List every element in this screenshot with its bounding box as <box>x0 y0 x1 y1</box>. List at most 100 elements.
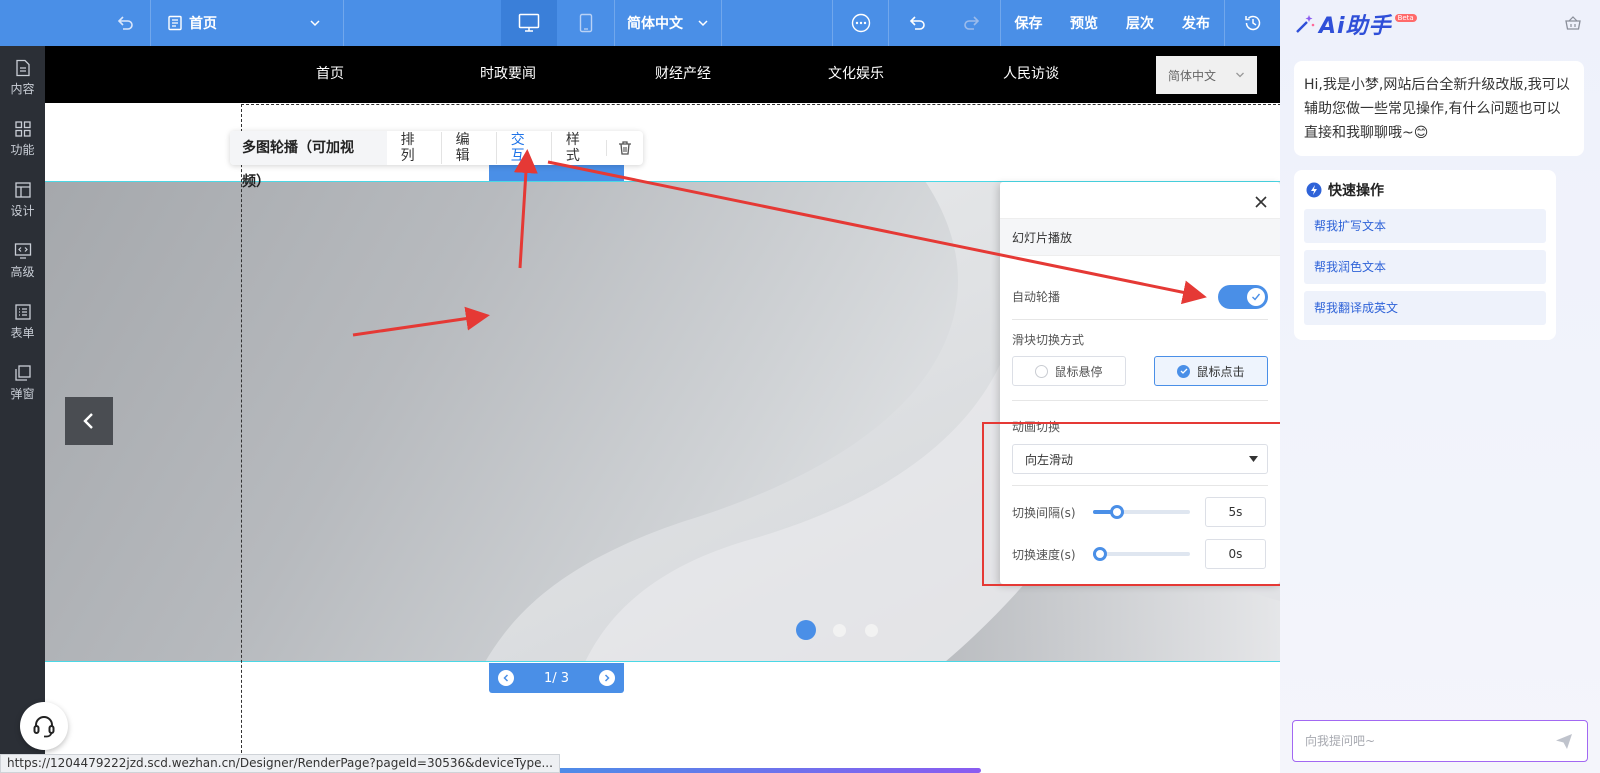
ai-logo: Ai助手 Beta <box>1294 8 1417 40</box>
toggle-knob <box>1247 288 1265 306</box>
rail-item-label: 设计 <box>10 204 35 218</box>
close-icon <box>1255 196 1267 208</box>
basket-icon <box>1565 16 1581 30</box>
site-nav-item[interactable]: 文化娱乐 <box>801 46 911 103</box>
chevron-down-icon <box>1236 72 1244 78</box>
publish-button-label: 发布 <box>1182 16 1210 32</box>
code-icon <box>14 243 31 259</box>
site-language-select[interactable]: 简体中文 <box>1156 56 1257 94</box>
page-icon <box>168 15 182 31</box>
rail-item-content[interactable]: 内容 <box>0 50 45 106</box>
send-icon[interactable] <box>1555 732 1573 750</box>
radio-circle <box>1035 364 1049 378</box>
toolbar-spacer <box>721 0 832 46</box>
quick-action-expand[interactable]: 帮我扩写文本 <box>1304 209 1546 243</box>
radio-hover-label: 鼠标悬停 <box>1054 364 1103 379</box>
undo-icon <box>117 16 133 30</box>
history-icon <box>1244 15 1260 31</box>
undo-button[interactable] <box>888 0 944 46</box>
trash-icon <box>619 141 631 155</box>
delete-button[interactable] <box>606 140 643 156</box>
scroll-progress-bar <box>531 768 981 773</box>
customer-support-button[interactable] <box>20 702 68 750</box>
quick-actions-card: 快速操作 帮我扩写文本 帮我润色文本 帮我翻译成英文 <box>1294 170 1556 340</box>
pager-text: 1/ 3 <box>543 670 570 686</box>
language-select[interactable]: 简体中文 <box>614 0 721 46</box>
top-toolbar: 首页 简体中文 保存 预览 层次 发布 <box>0 0 1280 46</box>
site-language-label: 简体中文 <box>1168 68 1217 83</box>
style-button[interactable]: 样式 <box>550 132 606 164</box>
publish-button[interactable]: 发布 <box>1168 0 1224 46</box>
layers-button[interactable]: 层次 <box>1112 0 1168 46</box>
layout-icon <box>14 182 31 198</box>
redo-icon <box>964 16 980 30</box>
rail-item-label: 高级 <box>10 265 35 279</box>
undo-nav-button[interactable] <box>100 0 150 46</box>
save-button[interactable]: 保存 <box>1000 0 1056 46</box>
switch-mode-label: 滑块切换方式 <box>1012 333 1085 347</box>
form-icon <box>14 304 31 320</box>
chevron-left-icon <box>503 674 509 682</box>
rail-item-label: 内容 <box>10 82 35 96</box>
edit-button[interactable]: 编辑 <box>440 132 496 164</box>
language-select-label: 简体中文 <box>627 16 683 32</box>
popup-icon <box>14 365 31 381</box>
ai-chat-input[interactable] <box>1305 734 1525 748</box>
magic-wand-icon <box>1296 15 1315 33</box>
rail-item-features[interactable]: 功能 <box>0 111 45 167</box>
site-nav-item[interactable]: 时政要闻 <box>453 46 563 103</box>
more-icon <box>851 13 870 33</box>
basket-button[interactable] <box>1564 14 1582 32</box>
more-button[interactable] <box>832 0 888 46</box>
desktop-view-button[interactable] <box>501 0 557 46</box>
quick-actions-title: 快速操作 <box>1306 180 1384 200</box>
pager-prev-button[interactable] <box>498 670 514 686</box>
pager-next-button[interactable] <box>599 670 615 686</box>
ai-assistant-sidebar: Ai助手 Beta Hi,我是小梦,网站后台全新升级改版,我可以辅助您做一些常见… <box>1280 0 1600 773</box>
radio-circle-checked <box>1177 364 1191 378</box>
chevron-down-icon <box>310 20 320 27</box>
radio-click[interactable]: 鼠标点击 <box>1154 356 1268 386</box>
radio-hover[interactable]: 鼠标悬停 <box>1012 356 1126 386</box>
divider <box>1012 400 1268 401</box>
divider <box>1012 319 1268 320</box>
autoplay-label: 自动轮播 <box>1012 290 1061 304</box>
site-nav-item[interactable]: 财经产经 <box>628 46 738 103</box>
slide-pager: 1/ 3 <box>489 663 624 693</box>
interaction-tab[interactable]: 交互 <box>495 132 551 164</box>
rail-item-form[interactable]: 表单 <box>0 294 45 350</box>
quick-action-polish[interactable]: 帮我润色文本 <box>1304 250 1546 284</box>
ai-title: Ai助手 <box>1319 14 1392 39</box>
site-nav-item[interactable]: 首页 <box>275 46 385 103</box>
mobile-view-button[interactable] <box>557 0 614 46</box>
redo-button[interactable] <box>944 0 1000 46</box>
quick-action-translate[interactable]: 帮我翻译成英文 <box>1304 291 1546 325</box>
mobile-icon <box>579 13 592 33</box>
history-button[interactable] <box>1224 0 1280 46</box>
component-toolbar: 多图轮播（可加视频） 排列 编辑 交互 样式 <box>230 131 643 190</box>
autoplay-toggle[interactable] <box>1218 285 1268 309</box>
rail-item-design[interactable]: 设计 <box>0 172 45 228</box>
site-nav-item[interactable]: 人民访谈 <box>976 46 1086 103</box>
page-select-label: 首页 <box>189 16 217 32</box>
desktop-icon <box>518 13 540 32</box>
document-icon <box>15 59 30 77</box>
beta-badge: Beta <box>1394 14 1417 22</box>
save-button-label: 保存 <box>1014 16 1043 32</box>
rail-item-popup[interactable]: 弹窗 <box>0 355 45 411</box>
chevron-down-icon <box>698 20 708 27</box>
rail-item-label: 表单 <box>10 326 35 340</box>
close-button[interactable] <box>1254 195 1268 209</box>
chevron-right-icon <box>604 674 610 682</box>
rail-item-label: 功能 <box>10 143 35 157</box>
quick-actions-label: 快速操作 <box>1328 183 1384 199</box>
check-icon <box>1180 368 1188 374</box>
preview-button[interactable]: 预览 <box>1056 0 1112 46</box>
rail-item-advanced[interactable]: 高级 <box>0 233 45 289</box>
page-select[interactable]: 首页 <box>150 0 343 46</box>
layers-button-label: 层次 <box>1126 16 1154 32</box>
annotation-highlight-box <box>982 422 1282 586</box>
arrange-button[interactable]: 排列 <box>387 132 441 164</box>
ai-greeting-bubble: Hi,我是小梦,网站后台全新升级改版,我可以辅助您做一些常见操作,有什么问题也可… <box>1294 61 1584 156</box>
undo-icon <box>909 16 925 30</box>
